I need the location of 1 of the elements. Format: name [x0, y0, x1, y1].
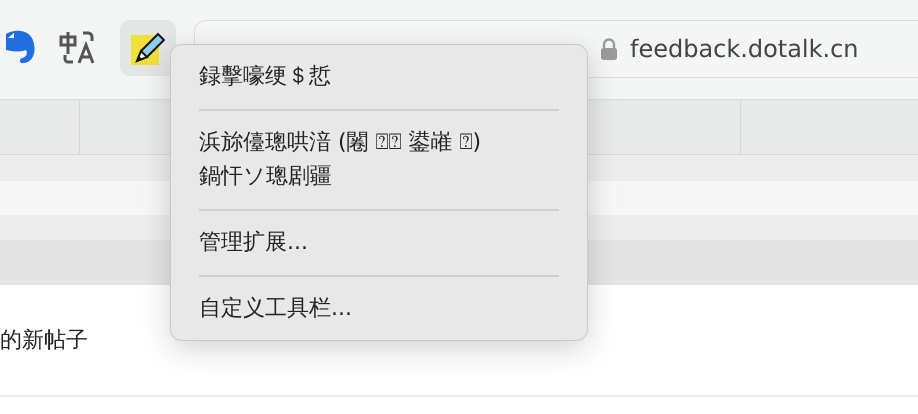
address-text: feedback.dotalk.cn — [630, 35, 859, 63]
